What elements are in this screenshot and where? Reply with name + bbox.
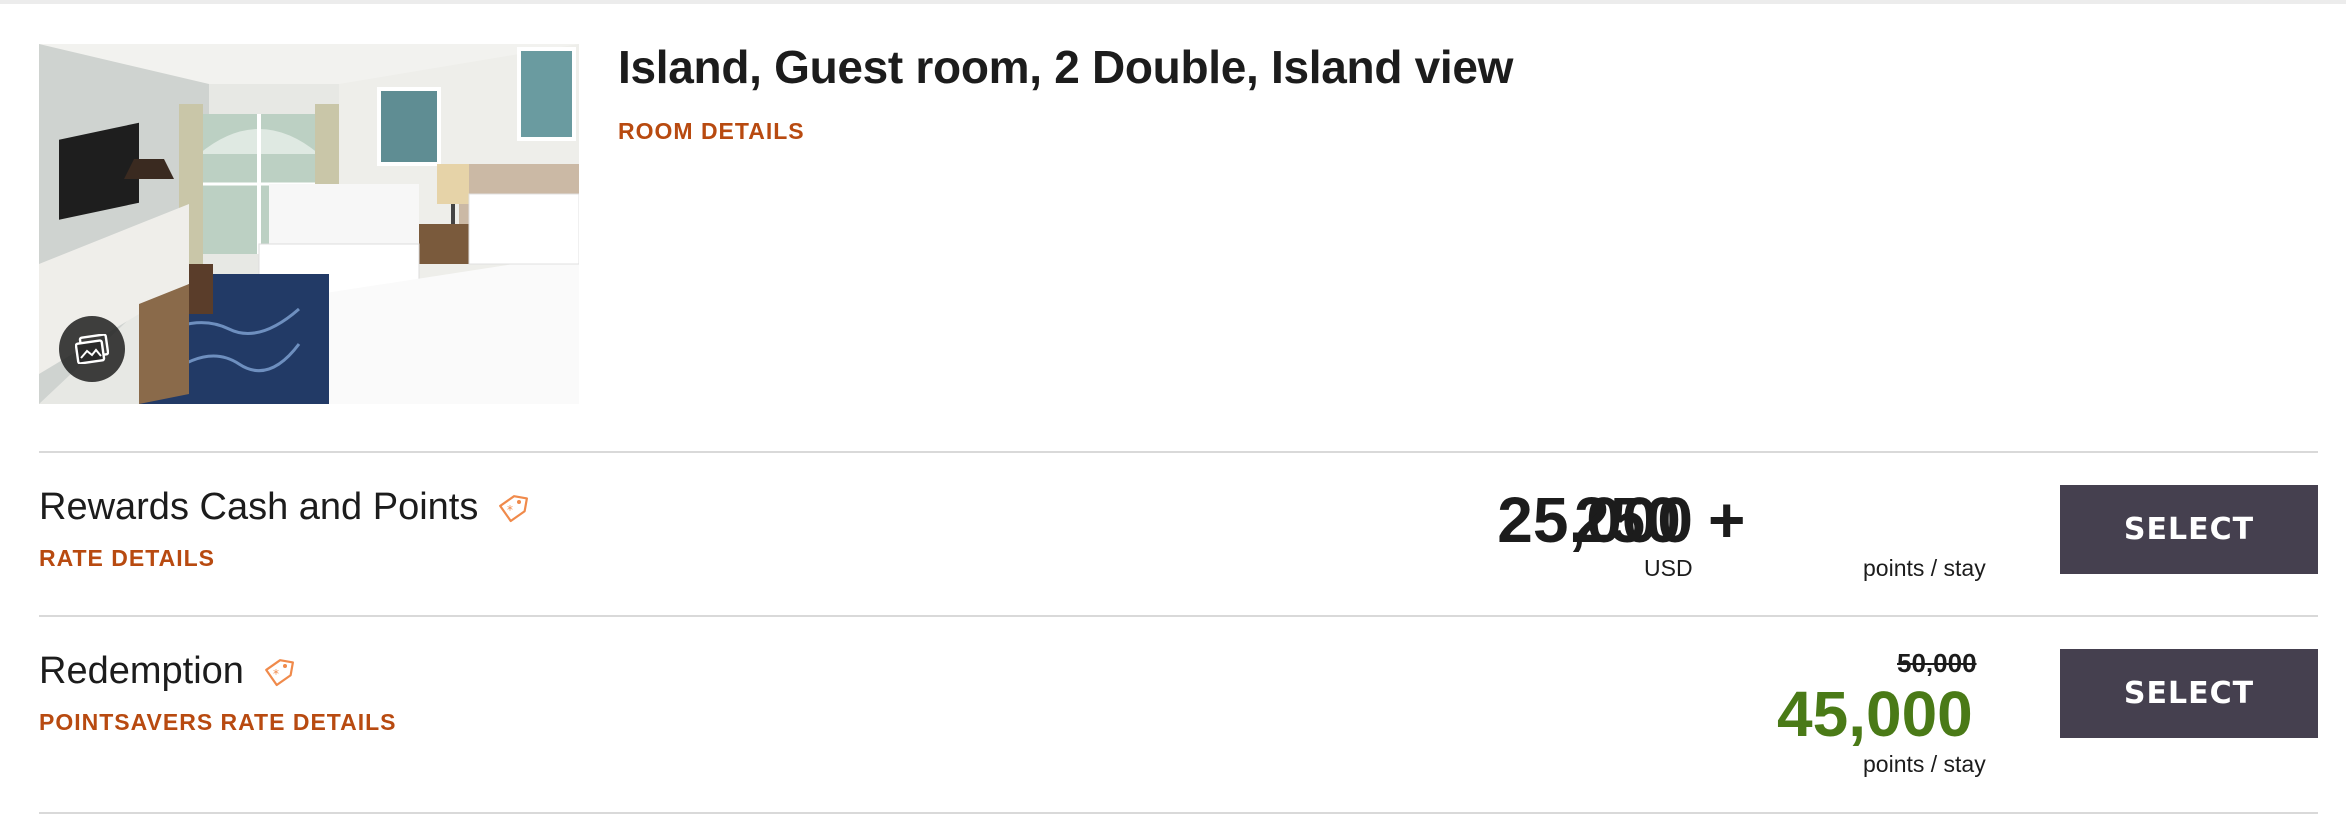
select-button-redemption[interactable]: SELECT	[2060, 649, 2318, 738]
gallery-icon	[75, 334, 109, 364]
rate-name-label: Rewards Cash and Points	[39, 486, 479, 528]
divider	[39, 451, 2318, 453]
rate-name-label: Redemption	[39, 650, 244, 692]
plus-sign: +	[1708, 484, 1746, 556]
cash-amount: 250	[1574, 484, 1681, 556]
top-border	[0, 0, 2346, 4]
points-unit: points / stay	[1863, 751, 1986, 777]
svg-text:*: *	[273, 667, 279, 681]
pointsavers-rate-details-link[interactable]: POINTSAVERS RATE DETAILS	[39, 709, 397, 736]
original-points: 50,000	[1897, 648, 1977, 678]
svg-text:*: *	[507, 503, 513, 517]
divider	[39, 615, 2318, 617]
rate-name-redemption: Redemption *	[39, 650, 296, 693]
rate-name-cash-points: Rewards Cash and Points *	[39, 486, 530, 529]
room-photo[interactable]	[39, 44, 579, 404]
price-tag-icon: *	[264, 658, 294, 686]
select-button-cash-points[interactable]: SELECT	[2060, 485, 2318, 574]
divider	[39, 812, 2318, 814]
gallery-button[interactable]	[59, 316, 125, 382]
price-tag-icon: *	[499, 494, 529, 522]
rate-details-link[interactable]: RATE DETAILS	[39, 545, 215, 572]
room-title: Island, Guest room, 2 Double, Island vie…	[618, 41, 1514, 93]
room-details-link[interactable]: ROOM DETAILS	[618, 118, 805, 145]
points-unit: points / stay	[1863, 555, 1986, 581]
cash-unit: USD	[1644, 555, 1693, 581]
discounted-points: 45,000	[1777, 678, 1973, 750]
